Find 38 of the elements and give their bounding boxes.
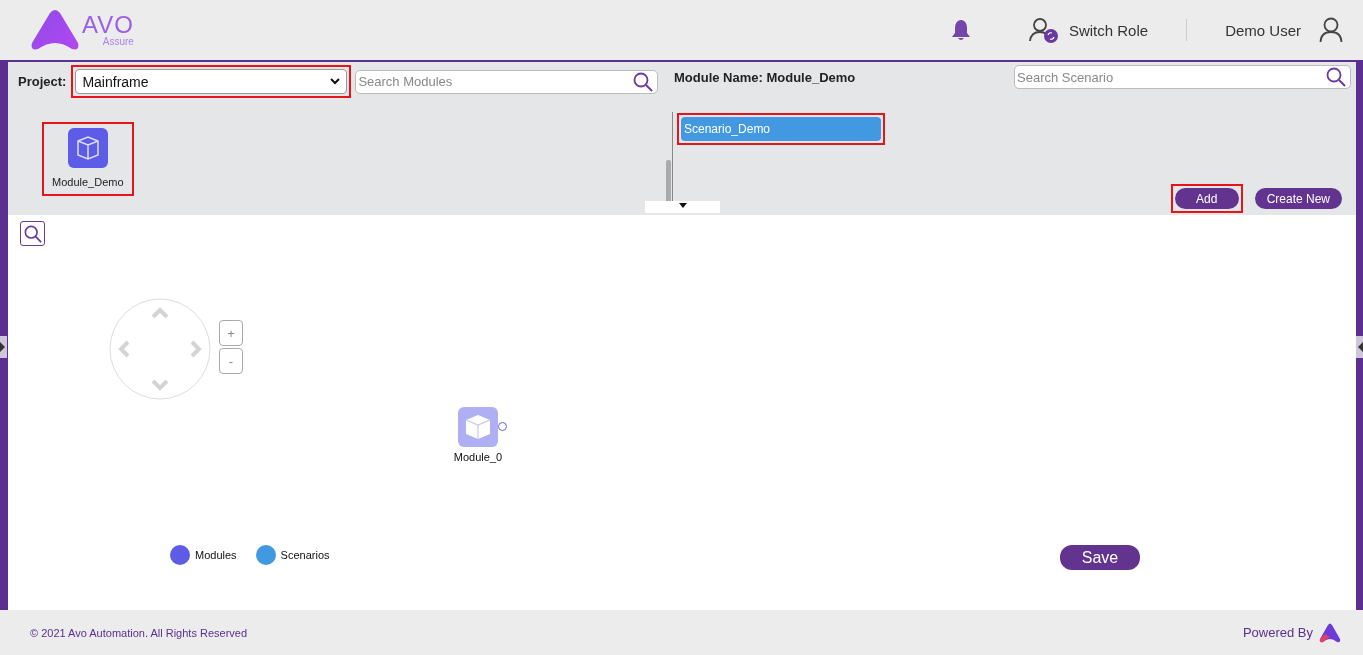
search-modules-field[interactable]: Search Modules	[355, 69, 659, 94]
logo-text: AVO	[82, 13, 134, 37]
expand-handle[interactable]	[0, 336, 7, 358]
powered-by-text: Powered By	[1242, 625, 1313, 640]
copyright-text: © 2021 Avo Automation. All Rights Reserved	[30, 626, 248, 639]
legend-label: Modules	[195, 549, 237, 561]
zoom-in-button[interactable]: +	[219, 320, 243, 346]
switch-role-button[interactable]: Switch Role	[1028, 17, 1149, 43]
bell-icon[interactable]	[950, 19, 971, 41]
project-label: Project:	[18, 74, 67, 89]
search-icon	[633, 71, 654, 92]
user-switch-icon	[1028, 17, 1059, 43]
module-name-label: Module Name: Module_Demo	[674, 69, 856, 85]
search-button[interactable]	[20, 221, 45, 246]
zoom-out-button[interactable]: -	[219, 348, 243, 374]
search-scenario-field[interactable]: Search Scenario	[1014, 65, 1351, 89]
search-icon	[1326, 67, 1346, 87]
save-button[interactable]: Save	[1060, 545, 1140, 570]
collapse-tab[interactable]	[645, 201, 720, 213]
node-label: Module_0	[453, 451, 503, 463]
logo-subtext: Assure	[102, 37, 134, 47]
user-name[interactable]: Demo User	[1225, 21, 1301, 39]
logo-icon	[1319, 622, 1341, 643]
chevron-down-icon	[330, 78, 341, 85]
legend-label: Scenarios	[280, 549, 330, 561]
caret-down-icon	[678, 203, 687, 208]
module-node[interactable]	[458, 407, 498, 447]
logo-icon	[30, 9, 80, 51]
project-dropdown[interactable]: Mainframe	[75, 69, 348, 94]
cube-icon	[464, 414, 492, 440]
search-icon	[23, 224, 42, 243]
module-item[interactable]: Module_Demo	[46, 126, 130, 192]
user-icon[interactable]	[1319, 17, 1343, 43]
panel-button[interactable]: Create New	[1254, 188, 1342, 209]
panel-button[interactable]: Add	[1174, 188, 1239, 209]
expand-handle[interactable]	[1356, 336, 1363, 358]
cube-icon	[67, 128, 108, 168]
node-port[interactable]	[498, 422, 507, 431]
